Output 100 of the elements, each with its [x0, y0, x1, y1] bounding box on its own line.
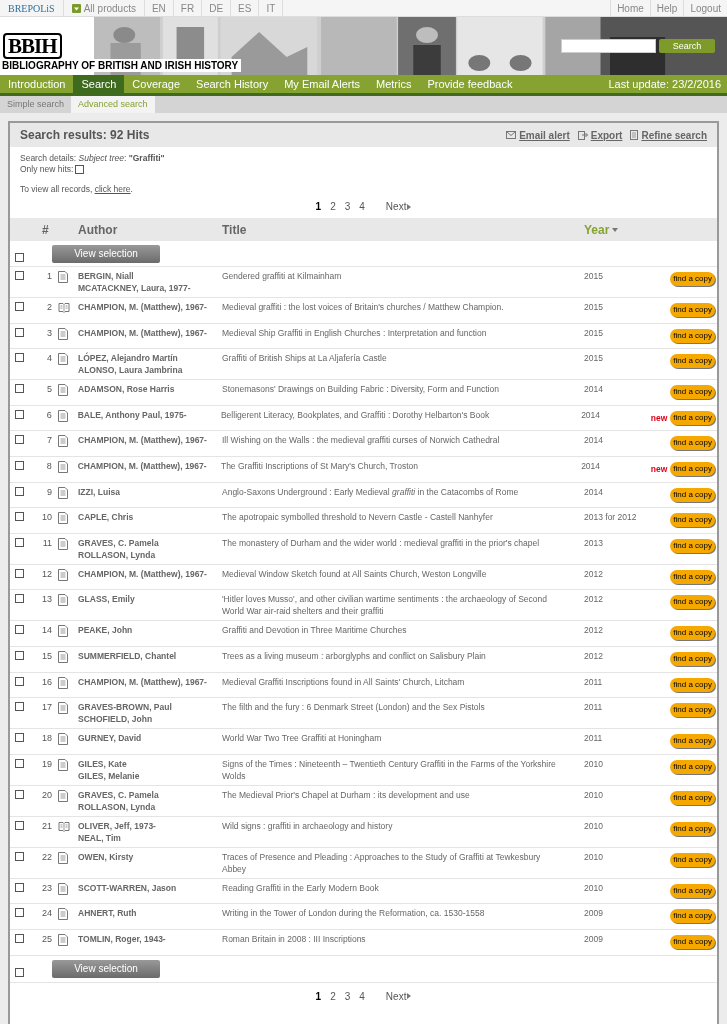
- page-link[interactable]: 3: [344, 199, 351, 214]
- find-copy-button[interactable]: find a copy: [670, 734, 715, 749]
- find-copy-button[interactable]: find a copy: [670, 790, 715, 805]
- title-link[interactable]: Reading Graffiti in the Early Modern Book: [222, 881, 584, 894]
- header-link[interactable]: Home: [610, 0, 650, 16]
- checkbox[interactable]: [15, 625, 24, 635]
- checkbox[interactable]: [15, 650, 24, 660]
- author-link[interactable]: BERGIN, Niall: [78, 270, 222, 282]
- author-link[interactable]: ADAMSON, Rose Harris: [78, 383, 222, 396]
- author-link[interactable]: CHAMPION, M. (Matthew), 1967-: [78, 567, 222, 580]
- checkbox[interactable]: [15, 486, 24, 496]
- title-link[interactable]: Graffiti of British Ships at La Aljafería Castle: [222, 352, 584, 365]
- find-copy-button[interactable]: find a copy: [670, 513, 715, 528]
- find-copy-button[interactable]: find a copy: [670, 303, 715, 317]
- find-copy-button[interactable]: find a copy: [670, 569, 715, 584]
- author-link[interactable]: NEAL, Tim: [78, 831, 222, 844]
- checkbox[interactable]: [15, 882, 24, 892]
- title-link[interactable]: Roman Britain in 2008 : III Inscriptions: [222, 932, 584, 945]
- checkbox[interactable]: [15, 820, 24, 830]
- find-copy-button[interactable]: find a copy: [670, 909, 715, 924]
- title-link[interactable]: Gendered graffiti at Kilmainham: [222, 270, 584, 282]
- title-link[interactable]: Medieval Ship Graffiti in English Churches : Interpretation and function: [222, 326, 584, 339]
- checkbox[interactable]: [15, 702, 24, 712]
- author-link[interactable]: GRAVES-BROWN, Paul: [78, 701, 222, 714]
- author-link[interactable]: SCOTT-WARREN, Jason: [78, 881, 222, 894]
- products-link[interactable]: All products: [83, 0, 136, 16]
- find-copy-button[interactable]: find a copy: [670, 883, 715, 898]
- author-link[interactable]: CHAMPION, M. (Matthew), 1967-: [78, 301, 222, 313]
- author-link[interactable]: GURNEY, David: [78, 732, 222, 745]
- checkbox[interactable]: [15, 733, 24, 743]
- page-link[interactable]: 1: [315, 988, 322, 1004]
- find-copy-button[interactable]: find a copy: [670, 759, 715, 774]
- column-header[interactable]: Title: [222, 220, 247, 239]
- language-link[interactable]: ES: [231, 0, 260, 16]
- find-copy-button[interactable]: find a copy: [670, 354, 715, 369]
- page-link[interactable]: 3: [344, 988, 351, 1004]
- checkbox[interactable]: [15, 758, 24, 768]
- find-copy-button[interactable]: find a copy: [670, 821, 715, 836]
- checkbox[interactable]: [15, 435, 24, 445]
- author-link[interactable]: GRAVES, C. Pamela: [78, 788, 222, 801]
- title-link[interactable]: The Medieval Prior's Chapel at Durham : its development and use: [222, 788, 584, 801]
- language-link[interactable]: IT: [259, 0, 284, 16]
- title-link[interactable]: Medieval Graffiti Inscriptions found in All Saints' Church, Litcham: [222, 675, 584, 688]
- title-link[interactable]: Wild signs : graffiti in archaeology and history: [222, 819, 584, 832]
- find-copy-button[interactable]: find a copy: [670, 852, 715, 867]
- find-copy-button[interactable]: find a copy: [670, 595, 715, 610]
- find-copy-button[interactable]: find a copy: [670, 677, 715, 692]
- title-link[interactable]: Anglo-Saxons Underground : Early Medieval graffiti in the Catacombs of Rome: [222, 485, 584, 498]
- author-link[interactable]: MCATACKNEY, Laura, 1977-: [78, 282, 222, 294]
- checkbox[interactable]: [15, 789, 24, 799]
- author-link[interactable]: CHAMPION, M. (Matthew), 1967-: [78, 434, 222, 447]
- title-link[interactable]: Signs of the Times : Nineteenth – Twentieth Century Graffiti in the Farms of the Yorkshire Wolds: [222, 757, 584, 782]
- search-field[interactable]: [561, 39, 656, 53]
- language-link[interactable]: FR: [173, 0, 203, 16]
- checkbox[interactable]: [15, 967, 24, 977]
- title-link[interactable]: Medieval Window Sketch found at All Saints Church, Weston Longville: [222, 567, 584, 580]
- author-link[interactable]: ROLLASON, Lynda: [78, 800, 222, 813]
- find-copy-button[interactable]: find a copy: [670, 272, 715, 286]
- page-link[interactable]: 4: [359, 199, 365, 214]
- find-copy-button[interactable]: find a copy: [670, 651, 715, 666]
- find-copy-button[interactable]: find a copy: [670, 703, 715, 718]
- title-link[interactable]: Belligerent Literacy, Bookplates, and Graffiti : Dorothy Helbarton's Book: [220, 408, 582, 421]
- author-link[interactable]: BALE, Anthony Paul, 1975-: [77, 408, 221, 421]
- title-link[interactable]: Trees as a living museum : arborglyphs and conflict on Salisbury Plain: [222, 649, 584, 662]
- author-link[interactable]: PEAKE, John: [78, 624, 222, 637]
- author-link[interactable]: LÓPEZ, Alejandro Martín: [78, 352, 222, 365]
- checkbox[interactable]: [15, 908, 24, 918]
- find-copy-button[interactable]: find a copy: [670, 934, 715, 949]
- find-copy-button[interactable]: find a copy: [670, 461, 715, 476]
- author-link[interactable]: IZZI, Luisa: [78, 485, 222, 498]
- checkbox[interactable]: [15, 384, 24, 394]
- checkbox[interactable]: [15, 327, 24, 337]
- author-link[interactable]: SCHOFIELD, John: [78, 713, 222, 726]
- checkbox[interactable]: [15, 460, 24, 470]
- action-link[interactable]: Refine search: [641, 127, 707, 143]
- view-selection-button[interactable]: View selection: [52, 959, 160, 978]
- checkbox[interactable]: [15, 568, 24, 578]
- title-link[interactable]: Writing in the Tower of London during the Reformation, ca. 1530-1558: [222, 907, 584, 920]
- checkbox[interactable]: [15, 851, 24, 861]
- checkbox[interactable]: [75, 165, 85, 174]
- author-link[interactable]: ALONSO, Laura Jambrina: [78, 364, 222, 377]
- checkbox[interactable]: [15, 271, 24, 280]
- find-copy-button[interactable]: find a copy: [670, 410, 715, 425]
- action-link[interactable]: Email alert: [519, 127, 570, 143]
- author-link[interactable]: TOMLIN, Roger, 1943-: [78, 932, 222, 945]
- title-link[interactable]: The monastery of Durham and the wider world : medieval graffiti in the prior's chapel: [222, 536, 584, 549]
- author-link[interactable]: SUMMERFIELD, Chantel: [78, 649, 222, 662]
- checkbox[interactable]: [15, 537, 24, 547]
- title-link[interactable]: Medieval graffiti : the lost voices of Britain's churches / Matthew Champion.: [222, 301, 584, 313]
- language-link[interactable]: DE: [202, 0, 232, 16]
- author-link[interactable]: ROLLASON, Lynda: [78, 548, 222, 561]
- page-link[interactable]: 2: [330, 199, 336, 214]
- find-copy-button[interactable]: find a copy: [670, 626, 715, 641]
- author-link[interactable]: GILES, Kate: [78, 757, 222, 770]
- checkbox[interactable]: [15, 933, 24, 943]
- author-link[interactable]: GRAVES, C. Pamela: [78, 536, 222, 549]
- title-link[interactable]: Stonemasons' Drawings on Building Fabric : Diversity, Form and Function: [222, 383, 584, 396]
- language-link[interactable]: EN: [144, 0, 174, 16]
- title-link[interactable]: The apotropaic symbolled threshold to Nevern Castle - Castell Nanhyfer: [222, 511, 584, 524]
- page-link[interactable]: 1: [315, 199, 322, 214]
